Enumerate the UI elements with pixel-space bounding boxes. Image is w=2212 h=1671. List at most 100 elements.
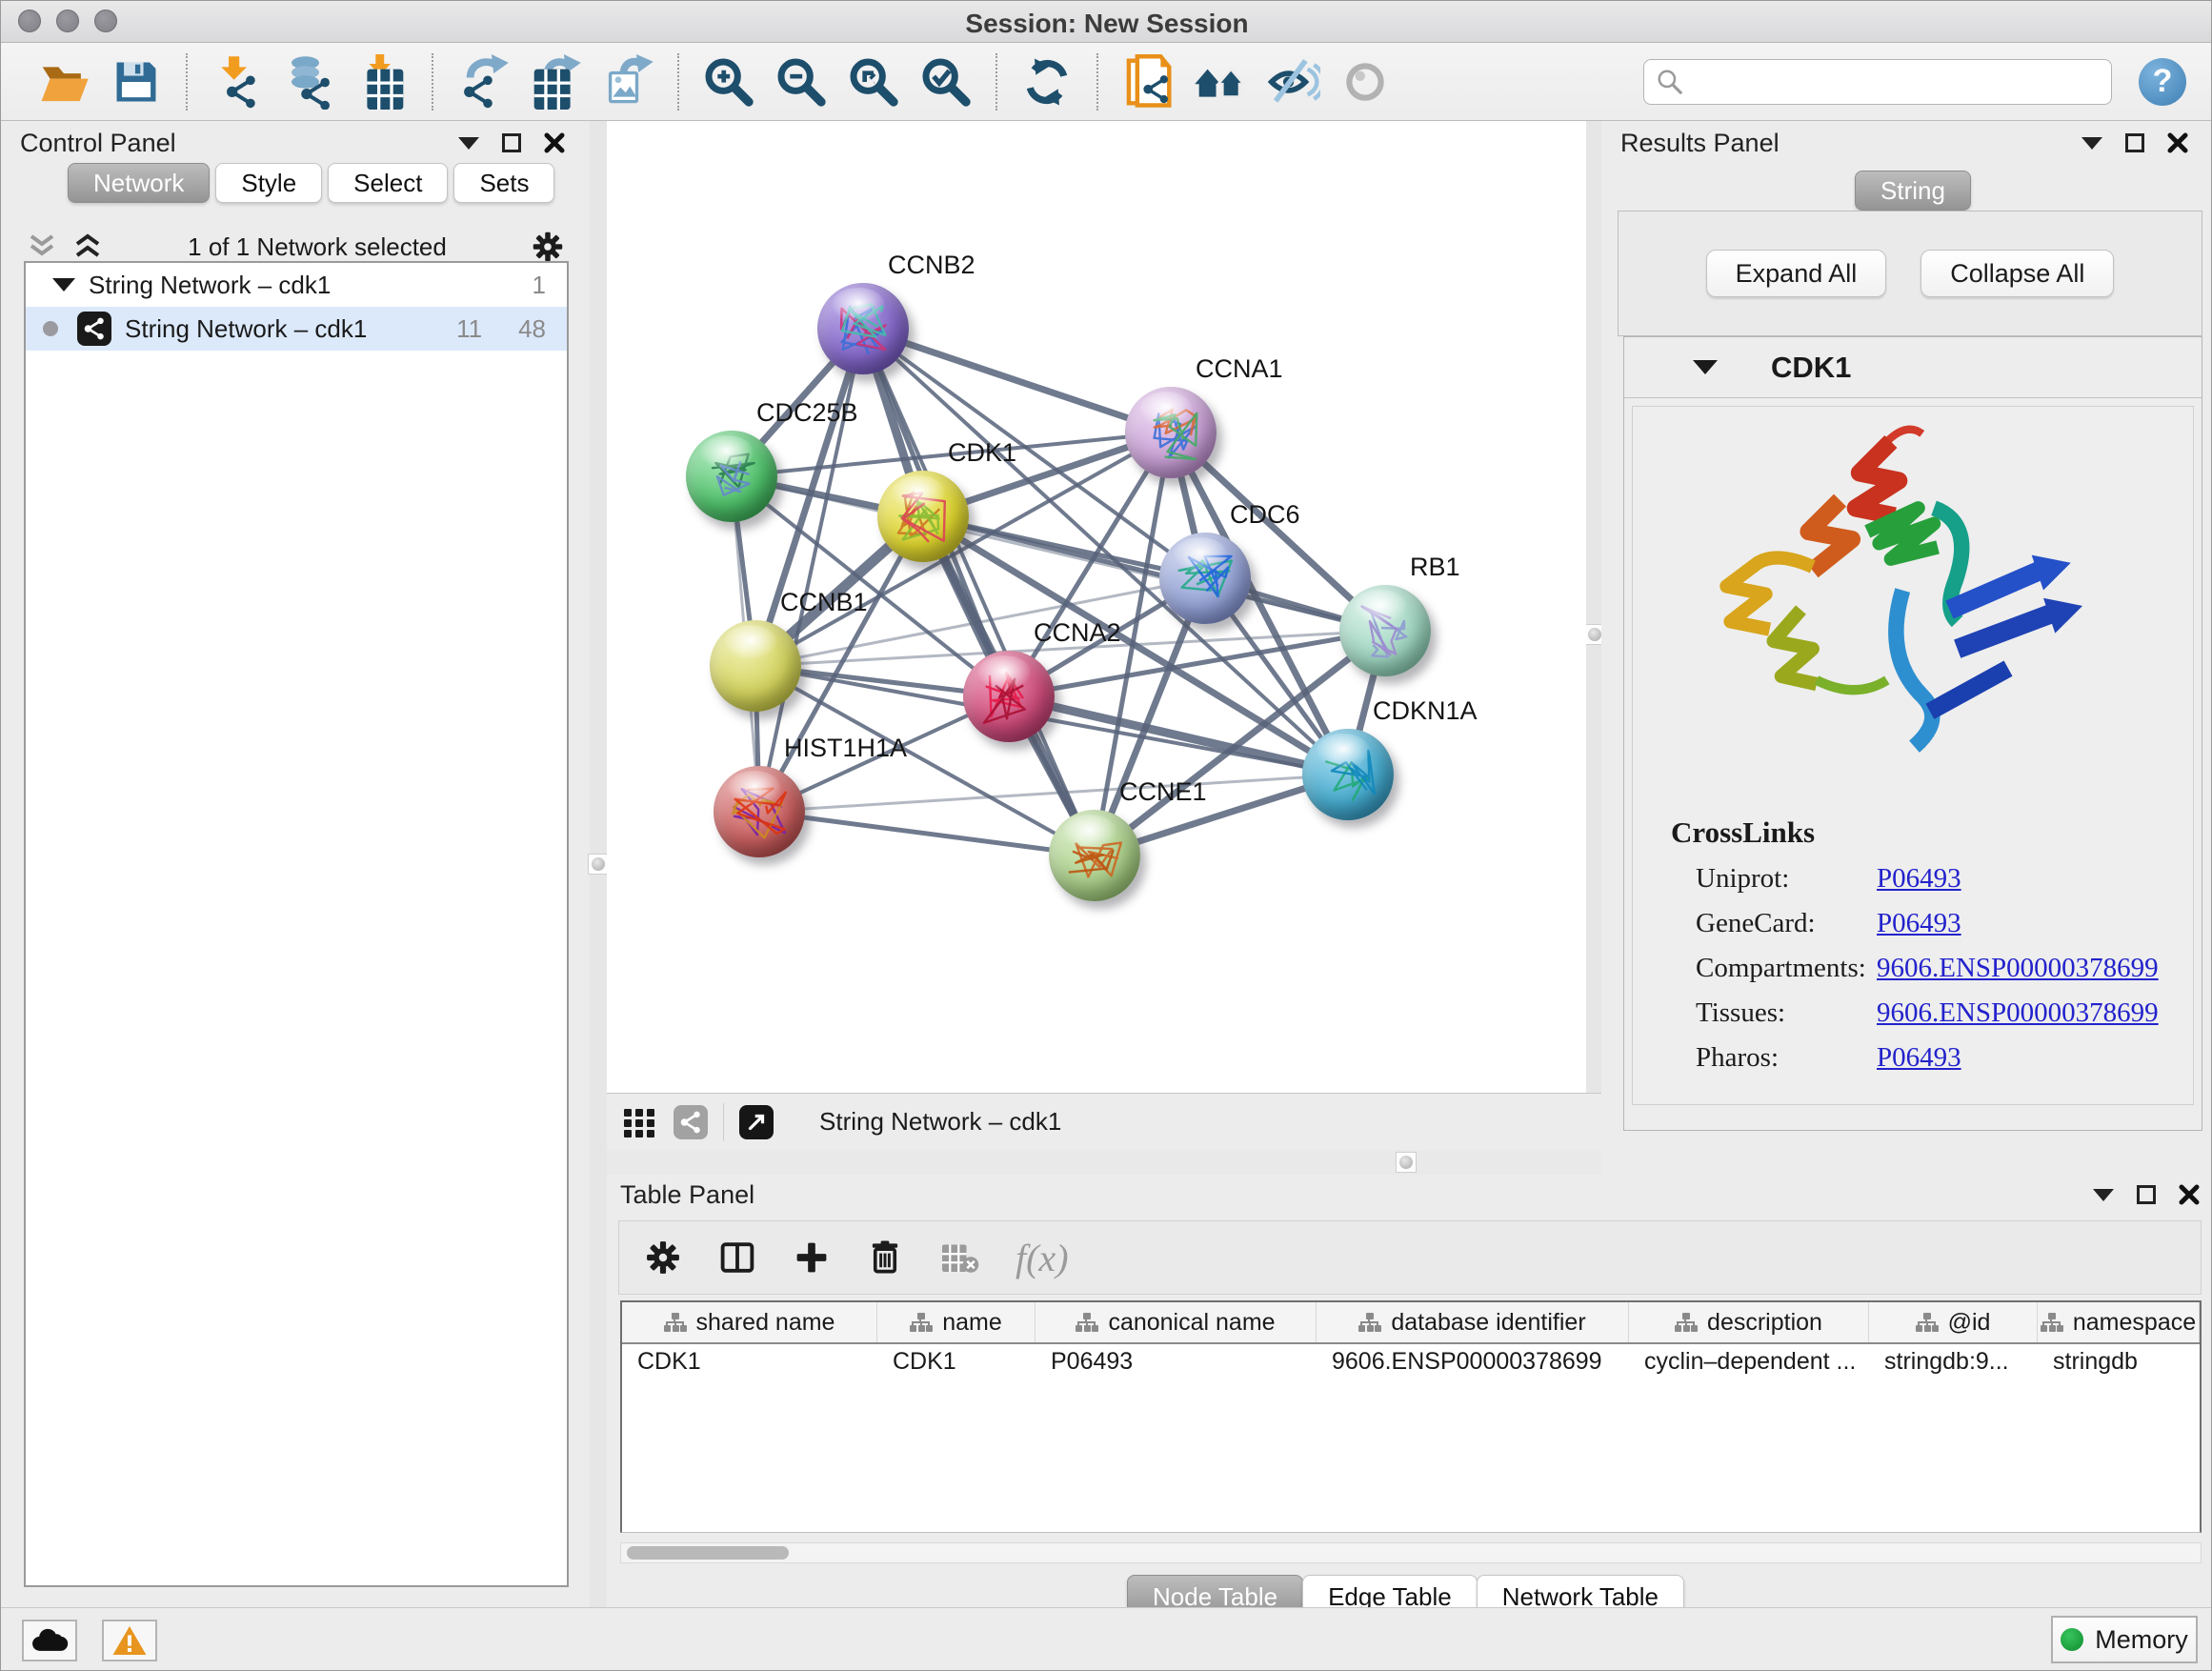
network-collection-row[interactable]: String Network – cdk1 1 <box>26 263 567 307</box>
column-header--id[interactable]: @id <box>1869 1302 2038 1342</box>
network-node-rb1[interactable] <box>1339 585 1431 676</box>
home-button[interactable] <box>1190 51 1251 112</box>
column-header-database-identifier[interactable]: database identifier <box>1317 1302 1629 1342</box>
table-horizontal-scrollbar[interactable] <box>620 1542 2202 1563</box>
network-view-canvas[interactable]: CCNB2CCNA1CDC25BCDK1CDC6RB1CCNB1CCNA2CDK… <box>607 121 1586 1093</box>
table-settings-gear-icon[interactable] <box>644 1238 682 1277</box>
expand-all-button[interactable]: Expand All <box>1706 250 1887 297</box>
tab-network[interactable]: Network <box>68 163 210 203</box>
open-session-button[interactable] <box>33 51 94 112</box>
crosslink-link[interactable]: 9606.ENSP00000378699 <box>1877 953 2159 984</box>
tab-sets[interactable]: Sets <box>453 163 554 203</box>
function-builder-icon[interactable]: f(x) <box>1016 1236 1069 1280</box>
column-header-shared-name[interactable]: shared name <box>622 1302 877 1342</box>
crosslink-label: Uniprot: <box>1696 863 1877 895</box>
birds-eye-view-icon[interactable] <box>620 1103 658 1141</box>
network-node-cdc25b[interactable] <box>686 431 777 522</box>
expand-all-icon[interactable] <box>71 232 104 261</box>
collapse-panel-icon[interactable] <box>2093 1189 2114 1201</box>
delete-column-icon[interactable] <box>867 1238 903 1277</box>
close-panel-icon[interactable] <box>544 132 565 153</box>
collapse-all-icon[interactable] <box>26 232 58 261</box>
float-panel-icon[interactable] <box>2137 1185 2156 1204</box>
add-column-icon[interactable] <box>793 1238 831 1277</box>
crosslink-link[interactable]: 9606.ENSP00000378699 <box>1877 997 2159 1029</box>
table-cell[interactable]: CDK1 <box>877 1344 1036 1382</box>
column-header-description[interactable]: description <box>1629 1302 1869 1342</box>
export-network-button[interactable] <box>452 51 513 112</box>
tab-style[interactable]: Style <box>215 163 322 203</box>
export-image-button[interactable] <box>597 51 658 112</box>
hide-selected-button[interactable] <box>1262 51 1323 112</box>
network-node-ccna1[interactable] <box>1125 387 1217 478</box>
tab-select[interactable]: Select <box>328 163 448 203</box>
column-header-canonical-name[interactable]: canonical name <box>1036 1302 1317 1342</box>
table-cell[interactable]: stringdb:9... <box>1869 1344 2038 1382</box>
collapse-panel-icon[interactable] <box>2081 137 2102 150</box>
network-node-ccnb1[interactable] <box>710 620 801 712</box>
import-network-from-database-button[interactable] <box>279 51 340 112</box>
network-node-ccnb2[interactable] <box>817 283 909 374</box>
table-cell[interactable]: stringdb <box>2038 1344 2200 1382</box>
crosslink-link[interactable]: P06493 <box>1877 863 1961 895</box>
collapse-panel-icon[interactable] <box>458 137 479 150</box>
memory-button[interactable]: Memory <box>2051 1616 2198 1663</box>
collapse-all-button[interactable]: Collapse All <box>1920 250 2114 297</box>
delete-table-icon[interactable] <box>939 1238 979 1277</box>
table-cell[interactable]: cyclin–dependent ... <box>1629 1344 1869 1382</box>
save-session-button[interactable] <box>106 51 167 112</box>
cloud-services-button[interactable] <box>22 1620 77 1661</box>
zoom-selected-button[interactable] <box>915 51 976 112</box>
crosslink-link[interactable]: P06493 <box>1877 908 1961 939</box>
column-header-namespace[interactable]: namespace <box>2038 1302 2200 1342</box>
float-panel-icon[interactable] <box>2125 133 2144 152</box>
show-column-panel-icon[interactable] <box>718 1238 756 1277</box>
string-document-button[interactable] <box>1117 51 1178 112</box>
current-network-dot-icon <box>43 321 58 336</box>
left-splitter-handle[interactable] <box>588 854 609 875</box>
network-node-hist1h1a[interactable] <box>714 766 805 857</box>
network-edges <box>607 121 1586 1093</box>
zoom-fit-button[interactable] <box>843 51 904 112</box>
show-all-button[interactable] <box>1335 51 1396 112</box>
network-options-gear-icon[interactable] <box>531 230 565 264</box>
zoom-out-button[interactable] <box>771 51 832 112</box>
horizontal-splitter-handle[interactable] <box>1396 1152 1417 1173</box>
network-node-ccna2[interactable] <box>963 651 1055 742</box>
separator <box>723 1103 724 1141</box>
scrollbar-thumb[interactable] <box>627 1546 789 1560</box>
network-node-cdc6[interactable] <box>1159 533 1251 624</box>
search-input[interactable] <box>1684 67 2100 96</box>
crosslink-link[interactable]: P06493 <box>1877 1042 1961 1074</box>
table-cell[interactable]: P06493 <box>1036 1344 1317 1382</box>
network-row-selected[interactable]: String Network – cdk1 11 48 <box>26 307 567 351</box>
close-panel-icon[interactable] <box>2167 132 2188 153</box>
table-cell[interactable]: CDK1 <box>622 1344 877 1382</box>
table-cell[interactable]: 9606.ENSP00000378699 <box>1317 1344 1629 1382</box>
left-splitter[interactable] <box>590 121 607 1607</box>
close-panel-icon[interactable] <box>2179 1184 2200 1205</box>
import-network-from-file-button[interactable] <box>207 51 268 112</box>
network-edge[interactable] <box>863 329 1171 433</box>
entry-header[interactable]: CDK1 <box>1624 337 2202 398</box>
detach-view-icon[interactable] <box>739 1105 774 1139</box>
network-node-ccne1[interactable] <box>1049 810 1140 901</box>
network-grid-mode-icon[interactable] <box>674 1105 708 1139</box>
network-node-cdk1[interactable] <box>877 471 969 562</box>
network-node-cdkn1a[interactable] <box>1302 729 1394 820</box>
network-edge[interactable] <box>863 329 1095 856</box>
warnings-button[interactable] <box>102 1620 157 1661</box>
tab-string[interactable]: String <box>1855 171 1971 211</box>
entry-expander-icon[interactable] <box>1693 360 1718 374</box>
export-table-button[interactable] <box>525 51 586 112</box>
tree-expander-icon[interactable] <box>52 278 75 292</box>
float-panel-icon[interactable] <box>502 133 521 152</box>
apply-layout-button[interactable] <box>1016 51 1077 112</box>
import-table-from-file-button[interactable] <box>352 51 412 112</box>
results-panel-window-controls <box>2081 132 2188 153</box>
column-header-name[interactable]: name <box>877 1302 1036 1342</box>
help-button[interactable]: ? <box>2139 58 2186 106</box>
table-row[interactable]: CDK1CDK1P064939606.ENSP00000378699cyclin… <box>622 1344 2200 1382</box>
zoom-in-button[interactable] <box>698 51 759 112</box>
network-edge[interactable] <box>759 812 1095 856</box>
